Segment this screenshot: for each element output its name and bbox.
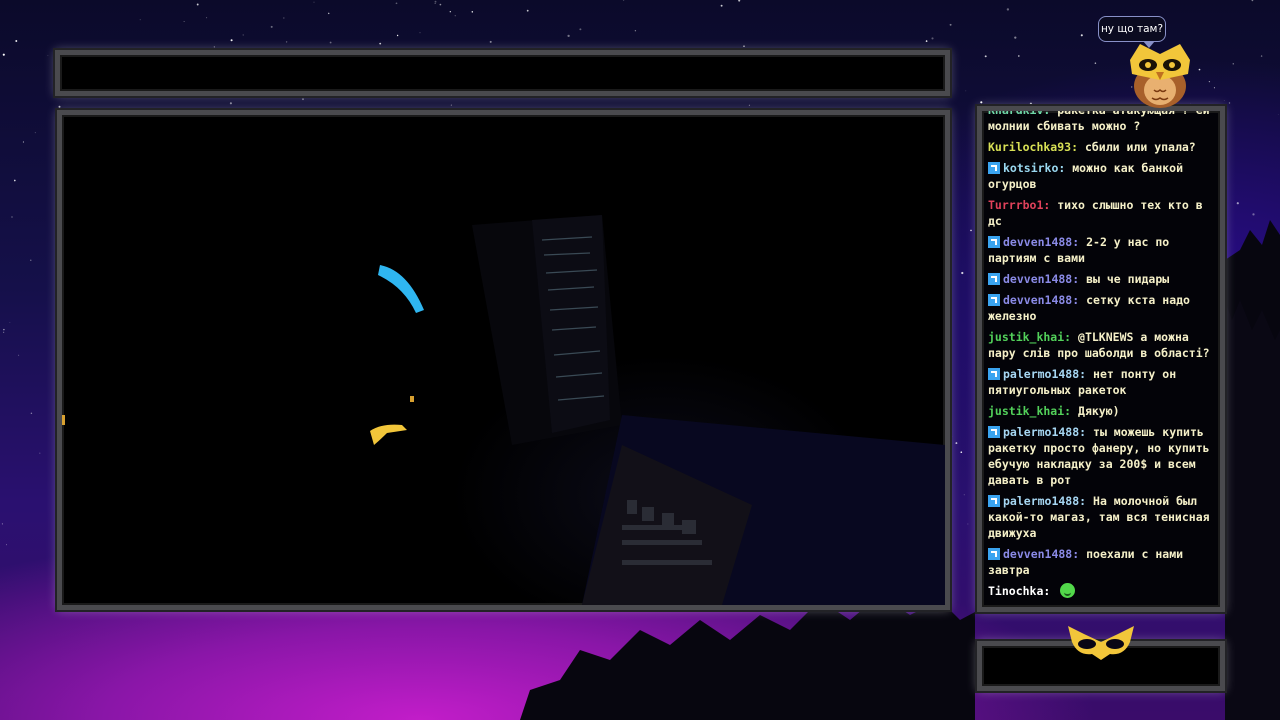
chat-message: palermo1488: На молочной был какой-то ма… <box>988 493 1216 541</box>
subscriber-badge-icon[interactable] <box>988 273 1000 285</box>
chat-message-text: сбили или упала? <box>1084 140 1196 154</box>
chat-separator: : <box>1079 367 1094 381</box>
chat-username[interactable]: Khardkiv <box>988 111 1043 117</box>
chat-message-list: kotsirko: для начала возьмите простую ес… <box>988 106 1216 599</box>
chat-separator: : <box>1071 140 1085 154</box>
chat-separator: : <box>1064 404 1079 418</box>
chat-username[interactable]: kotsirko <box>1003 161 1058 175</box>
chat-message: devven1488: вы че пидары <box>988 271 1216 287</box>
title-bar-frame <box>55 50 950 96</box>
subscriber-badge-icon[interactable] <box>988 294 1000 306</box>
chat-username[interactable]: devven1488 <box>1003 235 1072 249</box>
green-smile-emote <box>1060 583 1076 598</box>
subscriber-badge-icon[interactable] <box>988 162 1000 174</box>
chat-message: palermo1488: нет понту он пятиугольных р… <box>988 366 1216 398</box>
chat-username[interactable]: devven1488 <box>1003 547 1072 561</box>
chat-username[interactable]: Tinochka <box>988 584 1043 598</box>
chat-username[interactable]: Turrrbo1 <box>988 198 1043 212</box>
chat-username[interactable]: justik_khai <box>988 404 1064 418</box>
chat-message: devven1488: сетку кста надо железно <box>988 292 1216 324</box>
chat-message: Tinochka: <box>988 583 1216 599</box>
chat-message: palermo1488: ты можешь купить ракетку пр… <box>988 424 1216 488</box>
subscriber-badge-icon[interactable] <box>988 368 1000 380</box>
chat-separator: : <box>1058 161 1073 175</box>
owl-icon <box>1130 44 1190 108</box>
stream-video-frame[interactable] <box>57 110 950 610</box>
owl-mask-icon <box>1068 626 1134 660</box>
chat-separator: : <box>1079 494 1094 508</box>
chat-username[interactable]: Kurilochka93 <box>988 140 1071 154</box>
chat-message: devven1488: поехали с нами завтра <box>988 546 1216 578</box>
subscriber-badge-icon[interactable] <box>988 236 1000 248</box>
chat-separator: : <box>1064 330 1079 344</box>
chat-separator: : <box>1043 198 1058 212</box>
chat-message: Turrrbo1: тихо слышно тех кто в дс <box>988 197 1216 229</box>
chat-message: devven1488: 2-2 у нас по партиям с вами <box>988 234 1216 266</box>
chat-message-text: Дякую) <box>1078 404 1120 418</box>
chat-separator: : <box>1043 106 1058 117</box>
subscriber-badge-icon[interactable] <box>988 548 1000 560</box>
chat-separator: : <box>1072 547 1087 561</box>
subscriber-badge-icon[interactable] <box>988 495 1000 507</box>
chat-username[interactable]: devven1488 <box>1003 293 1072 307</box>
stream-video-content <box>62 215 945 605</box>
chat-separator: : <box>1072 272 1087 286</box>
chat-separator: : <box>1079 425 1094 439</box>
chat-message: Khardkiv: ракетка атакующая ? ей молнии … <box>988 106 1216 134</box>
chat-message: Kurilochka93: сбили или упала? <box>988 139 1216 155</box>
chat-message: kotsirko: можно как банкой огурцов <box>988 160 1216 192</box>
chat-message: justik_khai: Дякую) <box>988 403 1216 419</box>
chat-username[interactable]: justik_khai <box>988 330 1064 344</box>
chat-username[interactable]: palermo1488 <box>1003 425 1079 439</box>
chat-username[interactable]: devven1488 <box>1003 272 1072 286</box>
subscriber-badge-icon[interactable] <box>988 426 1000 438</box>
chat-separator: : <box>1043 584 1058 598</box>
chat-message-text: вы че пидары <box>1086 272 1170 286</box>
chat-message: justik_khai: @TLKNEWS а можна пару слів … <box>988 329 1216 361</box>
chat-panel[interactable]: kotsirko: для начала возьмите простую ес… <box>977 106 1225 612</box>
chat-separator: : <box>1072 293 1087 307</box>
chat-username[interactable]: palermo1488 <box>1003 494 1079 508</box>
chat-username[interactable]: palermo1488 <box>1003 367 1079 381</box>
chat-separator: : <box>1072 235 1087 249</box>
